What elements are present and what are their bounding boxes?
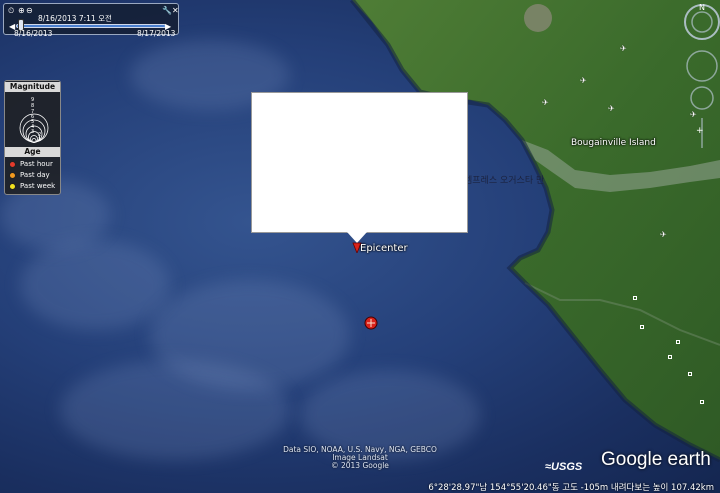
close-icon[interactable]: ✕	[172, 7, 179, 15]
placemark-icon[interactable]	[676, 340, 680, 344]
legend-item-past-week: Past week	[9, 182, 55, 190]
legend-label: Past hour	[20, 160, 53, 168]
placemark-icon[interactable]	[640, 325, 644, 329]
zoom-out-icon[interactable]: ⊖	[26, 7, 33, 15]
clock-icon[interactable]: ⏲	[8, 7, 14, 15]
placemark-icon[interactable]	[668, 355, 672, 359]
zoom-in-icon[interactable]: ⊕	[18, 7, 25, 15]
placemark-icon[interactable]	[700, 400, 704, 404]
airport-icon[interactable]: ✈	[660, 230, 667, 239]
legend-label: Past week	[20, 182, 56, 190]
magnitude-value: 1	[38, 137, 42, 143]
earthquake-legend: Magnitude 9 8 7 6 5 4 3 2 1 Age Past hou…	[4, 80, 61, 195]
time-slider-panel[interactable]: ⏲ ⊕ ⊖ 8/16/2013 7:11 오전 🔧 ✕ ◀ ▶ 8/16/201…	[3, 3, 179, 38]
settings-icon[interactable]: 🔧	[162, 7, 172, 15]
age-heading: Age	[5, 147, 60, 157]
navigation-controls[interactable]: N +	[682, 0, 720, 150]
airport-icon[interactable]: ✈	[542, 98, 549, 107]
island-label[interactable]: Bougainville Island	[571, 138, 656, 148]
yellow-dot-icon	[9, 182, 16, 190]
airport-icon[interactable]: ✈	[580, 76, 587, 85]
legend-item-past-day: Past day	[9, 171, 50, 179]
map-view[interactable]: ✈ ✈ ✈ ✈ ✈ ✈ Bougainville Island 엠프레스 오거스…	[0, 0, 720, 493]
current-time-label: 8/16/2013 7:11 오전	[38, 14, 112, 23]
earthquake-marker-icon[interactable]	[364, 316, 378, 330]
usgs-logo: ≈USGS	[545, 461, 583, 473]
status-bar-coordinates: 6°28'28.97"남 154°55'20.46"동 고도 -105m 내려다…	[428, 483, 714, 493]
info-balloon[interactable]	[251, 92, 468, 233]
bay-label[interactable]: 엠프레스 오거스타 만	[464, 173, 544, 186]
magnitude-heading: Magnitude	[5, 82, 60, 92]
svg-text:N: N	[699, 3, 705, 12]
placemark-icon[interactable]	[688, 372, 692, 376]
end-date-label: 8/17/2013	[137, 29, 176, 38]
time-slider-track[interactable]	[16, 24, 166, 28]
magnitude-value: 3	[31, 129, 35, 135]
orange-dot-icon	[9, 171, 16, 179]
airport-icon[interactable]: ✈	[608, 104, 615, 113]
svg-text:+: +	[696, 126, 704, 136]
google-earth-logo: Google earth	[601, 449, 711, 470]
red-dot-icon	[9, 160, 16, 168]
legend-label: Past day	[20, 171, 50, 179]
epicenter-label[interactable]: Epicenter	[360, 243, 408, 254]
legend-item-past-hour: Past hour	[9, 160, 53, 168]
airport-icon[interactable]: ✈	[620, 44, 627, 53]
placemark-icon[interactable]	[633, 296, 637, 300]
start-date-label: 8/16/2013	[14, 29, 53, 38]
